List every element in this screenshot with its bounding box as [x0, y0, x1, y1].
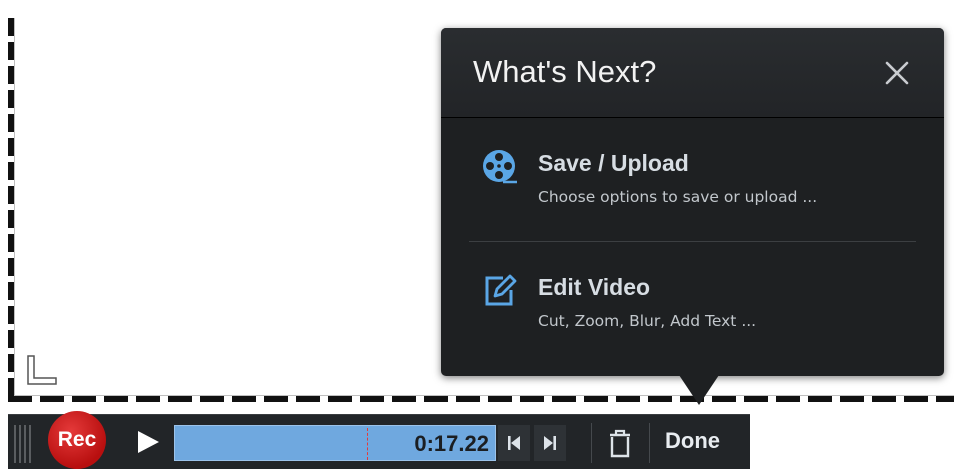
skip-start-icon: [508, 436, 520, 450]
recorder-toolbar: Rec 0:17.22 Done: [8, 411, 750, 469]
toolbar-separator: [649, 423, 650, 463]
close-icon[interactable]: [882, 58, 912, 88]
film-reel-icon: [483, 150, 517, 184]
skip-to-end-button[interactable]: [534, 425, 566, 461]
drag-grip-icon[interactable]: [14, 425, 34, 463]
popup-header: What's Next?: [441, 28, 944, 118]
capture-border-bottom[interactable]: [8, 396, 954, 402]
toolbar-separator: [591, 423, 592, 463]
record-button[interactable]: Rec: [48, 411, 106, 469]
timeline-bar[interactable]: 0:17.22: [174, 425, 496, 461]
edit-video-option[interactable]: Edit Video Cut, Zoom, Blur, Add Text ...: [441, 244, 944, 364]
trash-icon[interactable]: [607, 428, 633, 458]
edit-video-description: Cut, Zoom, Blur, Add Text ...: [538, 312, 757, 330]
edit-icon: [485, 274, 517, 306]
save-upload-title: Save / Upload: [538, 150, 689, 176]
playhead-marker[interactable]: [367, 428, 368, 460]
edit-video-title: Edit Video: [538, 274, 651, 300]
capture-border-left[interactable]: [8, 18, 14, 398]
time-display: 0:17.22: [414, 431, 489, 456]
resize-corner-icon[interactable]: [26, 354, 58, 386]
play-icon[interactable]: [135, 429, 161, 455]
popup-divider: [469, 241, 916, 242]
skip-to-start-button[interactable]: [498, 425, 530, 461]
whats-next-popup: What's Next? Save / Upload Choose option…: [441, 28, 944, 376]
skip-end-icon: [544, 436, 556, 450]
popup-title: What's Next?: [473, 54, 657, 89]
popup-pointer: [679, 375, 719, 405]
done-button[interactable]: Done: [665, 428, 720, 454]
save-upload-description: Choose options to save or upload ...: [538, 188, 818, 206]
save-upload-option[interactable]: Save / Upload Choose options to save or …: [441, 120, 944, 240]
